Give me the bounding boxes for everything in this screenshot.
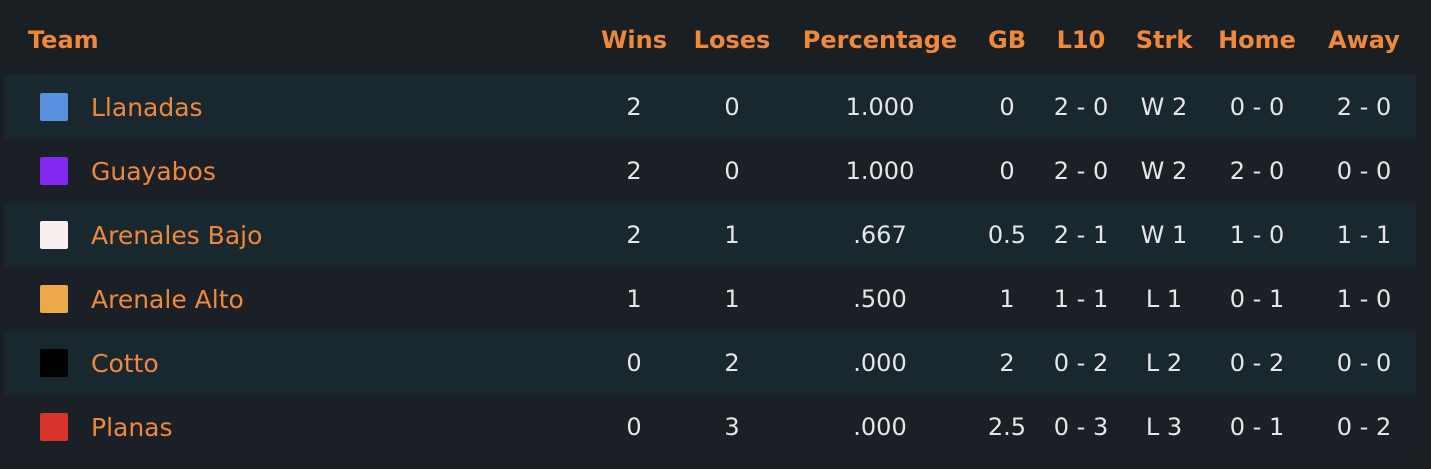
team-name[interactable]: Planas — [91, 413, 173, 442]
loses-cell: 1 — [724, 285, 740, 313]
team-cell: Arenale Alto — [40, 267, 244, 331]
loses-cell: 1 — [724, 221, 740, 249]
wins-cell: 0 — [626, 349, 642, 377]
gb-cell: 0.5 — [987, 221, 1027, 249]
loses-cell: 2 — [724, 349, 740, 377]
home-cell: 0 - 1 — [1229, 413, 1285, 441]
col-header-strk[interactable]: Strk — [1132, 4, 1196, 75]
strk-cell: L 3 — [1145, 413, 1183, 441]
gb-cell: 2 — [999, 349, 1015, 377]
l10-cell: 2 - 0 — [1053, 93, 1109, 121]
gb-cell: 0 — [999, 157, 1015, 185]
table-row[interactable]: Guayabos 2 0 1.000 0 2 - 0 W 2 2 - 0 0 -… — [4, 139, 1416, 203]
wins-cell: 2 — [626, 157, 642, 185]
team-cell: Planas — [40, 395, 173, 459]
team-cell: Arenales Bajo — [40, 203, 262, 267]
col-header-l10[interactable]: L10 — [1044, 4, 1118, 75]
team-color-swatch — [40, 285, 68, 313]
l10-cell: 2 - 0 — [1053, 157, 1109, 185]
col-header-team[interactable]: Team — [28, 4, 99, 75]
percentage-cell: .000 — [853, 413, 907, 441]
home-cell: 0 - 1 — [1229, 285, 1285, 313]
col-header-away[interactable]: Away — [1322, 4, 1406, 75]
wins-cell: 2 — [626, 93, 642, 121]
gb-cell: 2.5 — [987, 413, 1027, 441]
col-header-gb[interactable]: GB — [985, 4, 1029, 75]
strk-cell: W 1 — [1140, 221, 1188, 249]
l10-cell: 0 - 3 — [1053, 413, 1109, 441]
team-color-swatch — [40, 349, 68, 377]
l10-cell: 0 - 2 — [1053, 349, 1109, 377]
table-row[interactable]: Arenale Alto 1 1 .500 1 1 - 1 L 1 0 - 1 … — [4, 267, 1416, 331]
team-color-swatch — [40, 221, 68, 249]
team-cell: Cotto — [40, 331, 159, 395]
wins-cell: 2 — [626, 221, 642, 249]
percentage-cell: .000 — [853, 349, 907, 377]
team-name[interactable]: Arenale Alto — [91, 285, 244, 314]
wins-cell: 1 — [626, 285, 642, 313]
col-header-wins[interactable]: Wins — [598, 4, 670, 75]
table-header: Team Wins Loses Percentage GB L10 Strk H… — [4, 4, 1416, 75]
team-name[interactable]: Cotto — [91, 349, 159, 378]
col-header-loses[interactable]: Loses — [692, 4, 772, 75]
strk-cell: L 2 — [1145, 349, 1183, 377]
table-row[interactable]: Cotto 0 2 .000 2 0 - 2 L 2 0 - 2 0 - 0 — [4, 331, 1416, 395]
home-cell: 0 - 2 — [1229, 349, 1285, 377]
l10-cell: 2 - 1 — [1053, 221, 1109, 249]
l10-cell: 1 - 1 — [1053, 285, 1109, 313]
strk-cell: W 2 — [1140, 93, 1188, 121]
strk-cell: W 2 — [1140, 157, 1188, 185]
percentage-cell: .667 — [853, 221, 907, 249]
loses-cell: 0 — [724, 157, 740, 185]
team-color-swatch — [40, 413, 68, 441]
away-cell: 0 - 2 — [1336, 413, 1392, 441]
col-header-percentage[interactable]: Percentage — [796, 4, 964, 75]
away-cell: 1 - 0 — [1336, 285, 1392, 313]
home-cell: 2 - 0 — [1229, 157, 1285, 185]
team-name[interactable]: Guayabos — [91, 157, 216, 186]
home-cell: 1 - 0 — [1229, 221, 1285, 249]
loses-cell: 3 — [724, 413, 740, 441]
gb-cell: 1 — [999, 285, 1015, 313]
team-cell: Guayabos — [40, 139, 216, 203]
percentage-cell: 1.000 — [845, 157, 915, 185]
team-name[interactable]: Llanadas — [91, 93, 203, 122]
table-row[interactable]: Arenales Bajo 2 1 .667 0.5 2 - 1 W 1 1 -… — [4, 203, 1416, 267]
away-cell: 0 - 0 — [1336, 349, 1392, 377]
team-color-swatch — [40, 93, 68, 121]
home-cell: 0 - 0 — [1229, 93, 1285, 121]
percentage-cell: 1.000 — [845, 93, 915, 121]
away-cell: 1 - 1 — [1336, 221, 1392, 249]
percentage-cell: .500 — [853, 285, 907, 313]
table-row[interactable]: Llanadas 2 0 1.000 0 2 - 0 W 2 0 - 0 2 -… — [4, 75, 1416, 139]
strk-cell: L 1 — [1145, 285, 1183, 313]
away-cell: 0 - 0 — [1336, 157, 1392, 185]
gb-cell: 0 — [999, 93, 1015, 121]
wins-cell: 0 — [626, 413, 642, 441]
col-header-home[interactable]: Home — [1214, 4, 1300, 75]
table-row[interactable]: Planas 0 3 .000 2.5 0 - 3 L 3 0 - 1 0 - … — [4, 395, 1416, 459]
loses-cell: 0 — [724, 93, 740, 121]
standings-table: Team Wins Loses Percentage GB L10 Strk H… — [4, 4, 1416, 462]
away-cell: 2 - 0 — [1336, 93, 1392, 121]
team-cell: Llanadas — [40, 75, 203, 139]
team-color-swatch — [40, 157, 68, 185]
team-name[interactable]: Arenales Bajo — [91, 221, 262, 250]
table-body: Llanadas 2 0 1.000 0 2 - 0 W 2 0 - 0 2 -… — [4, 75, 1416, 459]
